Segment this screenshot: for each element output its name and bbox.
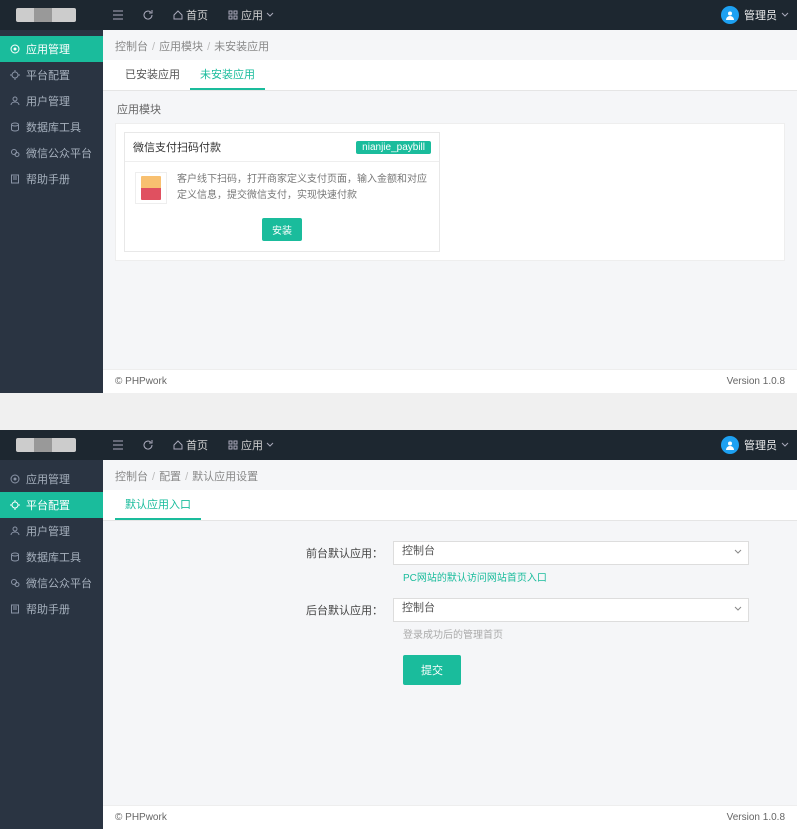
tab-uninstalled[interactable]: 未安装应用 bbox=[190, 60, 265, 90]
sidebar-item-users[interactable]: 用户管理 bbox=[0, 88, 103, 114]
sidebar-item-apps[interactable]: 应用管理 bbox=[0, 466, 103, 492]
copyright: © PHPwork bbox=[115, 812, 167, 823]
module-title: 微信支付扫码付款 bbox=[133, 139, 221, 155]
front-app-hint: PC网站的默认访问网站首页入口 bbox=[403, 569, 547, 584]
avatar-icon bbox=[721, 6, 739, 24]
submit-button[interactable]: 提交 bbox=[403, 655, 461, 685]
footer: © PHPwork Version 1.0.8 bbox=[103, 805, 797, 829]
topbar: 首页 应用 管理员 bbox=[0, 0, 797, 30]
front-app-select[interactable]: 控制台 bbox=[393, 541, 749, 565]
sidebar-item-apps[interactable]: 应用管理 bbox=[0, 36, 103, 62]
module-card: 微信支付扫码付款 nianjie_paybill 客户线下扫码，打开商家定义支付… bbox=[124, 132, 440, 252]
sidebar-item-help[interactable]: 帮助手册 bbox=[0, 596, 103, 622]
version: Version 1.0.8 bbox=[727, 376, 785, 387]
copyright: © PHPwork bbox=[115, 376, 167, 387]
user-menu[interactable]: 管理员 bbox=[721, 6, 789, 24]
topbar: 首页 应用 管理员 bbox=[0, 430, 797, 460]
home-link[interactable]: 首页 bbox=[173, 437, 208, 453]
sidebar-item-db[interactable]: 数据库工具 bbox=[0, 114, 103, 140]
chevron-down-icon bbox=[781, 441, 789, 449]
tab-default-entry[interactable]: 默认应用入口 bbox=[115, 490, 201, 520]
breadcrumb: 控制台/配置/默认应用设置 bbox=[103, 460, 797, 492]
sidebar-item-users[interactable]: 用户管理 bbox=[0, 518, 103, 544]
back-app-hint: 登录成功后的管理首页 bbox=[403, 626, 503, 641]
home-link[interactable]: 首页 bbox=[173, 7, 208, 23]
module-description: 客户线下扫码，打开商家定义支付页面，输入金额和对应定义信息，提交微信支付，实现快… bbox=[177, 172, 429, 204]
avatar-icon bbox=[721, 436, 739, 454]
sidebar: 应用管理 平台配置 用户管理 数据库工具 微信公众平台 帮助手册 bbox=[0, 460, 103, 829]
front-app-label: 前台默认应用： bbox=[103, 545, 393, 561]
sidebar-item-help[interactable]: 帮助手册 bbox=[0, 166, 103, 192]
tab-installed[interactable]: 已安装应用 bbox=[115, 60, 190, 90]
footer: © PHPwork Version 1.0.8 bbox=[103, 369, 797, 393]
chevron-down-icon bbox=[734, 547, 742, 559]
chevron-down-icon bbox=[734, 604, 742, 616]
tabs: 默认应用入口 bbox=[103, 490, 797, 521]
version: Version 1.0.8 bbox=[727, 812, 785, 823]
install-button[interactable]: 安装 bbox=[262, 218, 302, 241]
back-app-label: 后台默认应用： bbox=[103, 602, 393, 618]
sidebar-item-db[interactable]: 数据库工具 bbox=[0, 544, 103, 570]
chevron-down-icon bbox=[781, 11, 789, 19]
breadcrumb: 控制台/应用模块/未安装应用 bbox=[103, 30, 797, 62]
refresh-icon[interactable] bbox=[137, 4, 159, 26]
menu-toggle-icon[interactable] bbox=[107, 434, 129, 456]
menu-toggle-icon[interactable] bbox=[107, 4, 129, 26]
tabs: 已安装应用 未安装应用 bbox=[103, 60, 797, 91]
module-icon bbox=[135, 172, 167, 204]
module-badge: nianjie_paybill bbox=[356, 141, 431, 154]
sidebar-item-config[interactable]: 平台配置 bbox=[0, 62, 103, 88]
back-app-select[interactable]: 控制台 bbox=[393, 598, 749, 622]
sidebar-item-wechat[interactable]: 微信公众平台 bbox=[0, 570, 103, 596]
user-menu[interactable]: 管理员 bbox=[721, 436, 789, 454]
section-title: 应用模块 bbox=[103, 91, 797, 123]
apps-link[interactable]: 应用 bbox=[228, 437, 277, 453]
logo bbox=[8, 430, 103, 460]
sidebar: 应用管理 平台配置 用户管理 数据库工具 微信公众平台 帮助手册 bbox=[0, 30, 103, 393]
sidebar-item-wechat[interactable]: 微信公众平台 bbox=[0, 140, 103, 166]
sidebar-item-config[interactable]: 平台配置 bbox=[0, 492, 103, 518]
apps-link[interactable]: 应用 bbox=[228, 7, 277, 23]
logo bbox=[8, 0, 103, 30]
refresh-icon[interactable] bbox=[137, 434, 159, 456]
